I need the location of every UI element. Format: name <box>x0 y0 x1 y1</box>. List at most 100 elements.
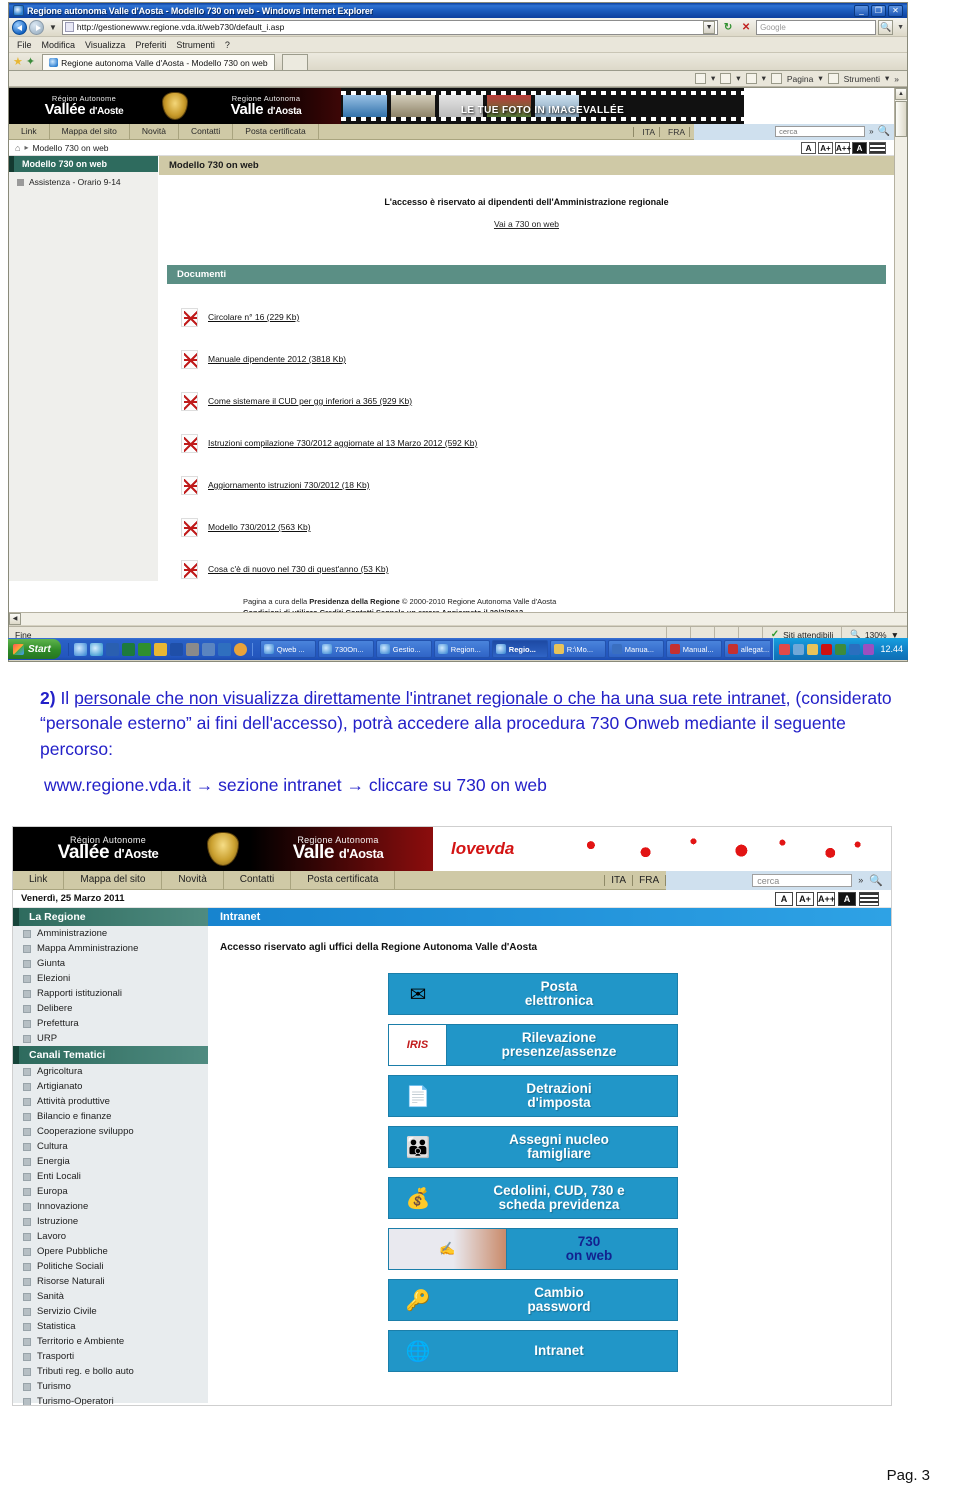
address-dropdown-icon[interactable]: ▼ <box>703 20 716 34</box>
media-quicklaunch-icon[interactable] <box>185 642 199 656</box>
language-fra[interactable]: FRA <box>664 126 690 137</box>
back-button[interactable] <box>12 19 27 35</box>
search-magnifier-icon[interactable]: 🔍 <box>878 126 890 137</box>
tile-intranet[interactable]: 🌐 Intranet <box>388 1330 678 1372</box>
lovevda-logo[interactable]: lovevda <box>433 827 891 871</box>
start-button[interactable]: Start <box>8 639 61 659</box>
sidebar-item-artigianato[interactable]: Artigianato <box>13 1079 208 1094</box>
page-horizontal-scrollbar[interactable]: ◀ <box>9 612 907 625</box>
taskbar-item[interactable]: Manua... <box>607 640 664 658</box>
sidebar-item-cultura[interactable]: Cultura <box>13 1139 208 1154</box>
sidebar-item-amministrazione[interactable]: Amministrazione <box>13 926 208 941</box>
nav-link-link[interactable]: Link <box>13 871 65 889</box>
tray-icon-4[interactable] <box>835 643 847 655</box>
browser-search-icon[interactable]: 🔍 <box>878 19 894 35</box>
nav-link-contatti[interactable]: Contatti <box>179 124 234 139</box>
document-link[interactable]: Cosa c'è di nuovo nel 730 di quest'anno … <box>208 564 388 574</box>
sidebar-item-cooperazione-sviluppo[interactable]: Cooperazione sviluppo <box>13 1124 208 1139</box>
add-favorite-icon[interactable]: ✦ <box>26 54 35 70</box>
sidebar-item-trasporti[interactable]: Trasporti <box>13 1349 208 1364</box>
tile-cedolini-cud-730[interactable]: 💰 Cedolini, CUD, 730 e scheda previdenza <box>388 1177 678 1219</box>
close-button[interactable]: ✕ <box>888 4 903 17</box>
sidebar-item-giunta[interactable]: Giunta <box>13 956 208 971</box>
goto-730-link[interactable]: Vai a 730 on web <box>159 219 894 229</box>
scroll-left-icon[interactable]: ◀ <box>9 613 21 625</box>
search-magnifier-icon[interactable]: 🔍 <box>869 874 883 887</box>
nav-link-mappa-del-sito[interactable]: Mappa del sito <box>64 871 163 889</box>
menu-item-preferiti[interactable]: Preferiti <box>135 40 166 50</box>
tray-icon-5[interactable] <box>849 643 861 655</box>
taskbar-item[interactable]: Manual... <box>665 640 722 658</box>
norton-icon[interactable] <box>821 643 833 655</box>
sidebar-item-opere-pubbliche[interactable]: Opere Pubbliche <box>13 1244 208 1259</box>
high-contrast-button[interactable]: A <box>852 141 867 154</box>
menu-item-strumenti[interactable]: Strumenti <box>176 40 215 50</box>
mail-quicklaunch-icon[interactable] <box>217 642 231 656</box>
text-size-normal-button[interactable]: A <box>775 891 793 906</box>
tile-assegni-nucleo-famigliare[interactable]: 👪 Assegni nucleo famigliare <box>388 1126 678 1168</box>
command-overflow[interactable]: » <box>894 74 899 84</box>
tile-cambio-password[interactable]: 🔑 Cambio password <box>388 1279 678 1321</box>
ie-quicklaunch-icon[interactable] <box>73 642 87 656</box>
sidebar-item-turismo-operatori[interactable]: Turismo-Operatori <box>13 1394 208 1405</box>
sidebar-item-servizio-civile[interactable]: Servizio Civile <box>13 1304 208 1319</box>
nav-link-posta-certificata[interactable]: Posta certificata <box>291 871 396 889</box>
intranet-search-input[interactable]: cerca <box>752 873 853 887</box>
document-link[interactable]: Istruzioni compilazione 730/2012 aggiorn… <box>208 438 477 448</box>
search-provider-dropdown-icon[interactable]: ▼ <box>895 24 904 31</box>
taskbar-item[interactable]: Gestio... <box>375 640 432 658</box>
sidebar-item-prefettura[interactable]: Prefettura <box>13 1016 208 1031</box>
sidebar-item-innovazione[interactable]: Innovazione <box>13 1199 208 1214</box>
search-quicklaunch-icon[interactable] <box>201 642 215 656</box>
document-row[interactable]: Cosa c'è di nuovo nel 730 di quest'anno … <box>159 548 894 590</box>
sidebar-item-urp[interactable]: URP <box>13 1031 208 1046</box>
page-vertical-scrollbar[interactable]: ▲ <box>894 88 907 625</box>
tray-icon-6[interactable] <box>863 643 875 655</box>
text-size-large-button[interactable]: A+ <box>818 141 833 154</box>
nav-link-contatti[interactable]: Contatti <box>224 871 292 889</box>
minimize-button[interactable]: _ <box>854 4 869 17</box>
tile-detrazioni-imposta[interactable]: 📄 Detrazioni d'imposta <box>388 1075 678 1117</box>
sidebar-item-mappa-amministrazione[interactable]: Mappa Amministrazione <box>13 941 208 956</box>
history-dropdown-icon[interactable]: ▼ <box>46 23 60 32</box>
text-only-view-icon[interactable] <box>859 891 879 906</box>
site-search-input[interactable]: cerca <box>775 126 866 137</box>
nav-link-link[interactable]: Link <box>9 124 50 139</box>
sidebar-group-title-canali-tematici[interactable]: Canali Tematici <box>13 1046 208 1064</box>
browser-quicklaunch-icon[interactable] <box>89 642 103 656</box>
tray-icon-2[interactable] <box>793 643 805 655</box>
sidebar-item-lavoro[interactable]: Lavoro <box>13 1229 208 1244</box>
text-only-view-icon[interactable] <box>869 141 886 154</box>
new-tab-button[interactable] <box>281 54 308 70</box>
home-icon[interactable]: ⌂ <box>15 143 20 153</box>
scrollbar-thumb[interactable] <box>895 101 907 137</box>
stop-icon[interactable]: ✕ <box>738 20 754 35</box>
language-ita[interactable]: ITA <box>638 126 660 137</box>
language-ita[interactable]: ITA <box>605 874 634 886</box>
favorites-quicklaunch-icon[interactable] <box>153 642 167 656</box>
taskbar-item[interactable]: 730On... <box>317 640 374 658</box>
text-size-xlarge-button[interactable]: A++ <box>817 891 835 906</box>
language-fra[interactable]: FRA <box>633 874 667 886</box>
sidebar-item-enti-locali[interactable]: Enti Locali <box>13 1169 208 1184</box>
sidebar-item-europa[interactable]: Europa <box>13 1184 208 1199</box>
taskbar-item-active[interactable]: Regio... <box>491 640 548 658</box>
tray-icon-1[interactable] <box>779 643 791 655</box>
scroll-up-icon[interactable]: ▲ <box>895 88 907 100</box>
feeds-icon[interactable] <box>720 73 732 84</box>
address-bar[interactable]: http://gestionewww.regione.vda.it/web730… <box>61 19 719 35</box>
document-row[interactable]: Aggiornamento istruzioni 730/2012 (18 Kb… <box>159 464 894 506</box>
favorites-star-icon[interactable]: ★ <box>13 54 23 70</box>
clock[interactable]: 12.44 <box>877 644 903 654</box>
sidebar-item-delibere[interactable]: Delibere <box>13 1001 208 1016</box>
text-size-normal-button[interactable]: A <box>801 141 816 154</box>
nav-link-mappa-del-sito[interactable]: Mappa del sito <box>50 124 130 139</box>
messenger-quicklaunch-icon[interactable] <box>233 642 247 656</box>
excel-quicklaunch-icon[interactable] <box>121 642 135 656</box>
outlook-quicklaunch-icon[interactable] <box>169 642 183 656</box>
high-contrast-button[interactable]: A <box>838 891 856 906</box>
sidebar-item-istruzione[interactable]: Istruzione <box>13 1214 208 1229</box>
tools-menu-icon[interactable] <box>827 73 839 84</box>
menu-item-file[interactable]: File <box>17 40 32 50</box>
sidebar-item-sanita[interactable]: Sanità <box>13 1289 208 1304</box>
